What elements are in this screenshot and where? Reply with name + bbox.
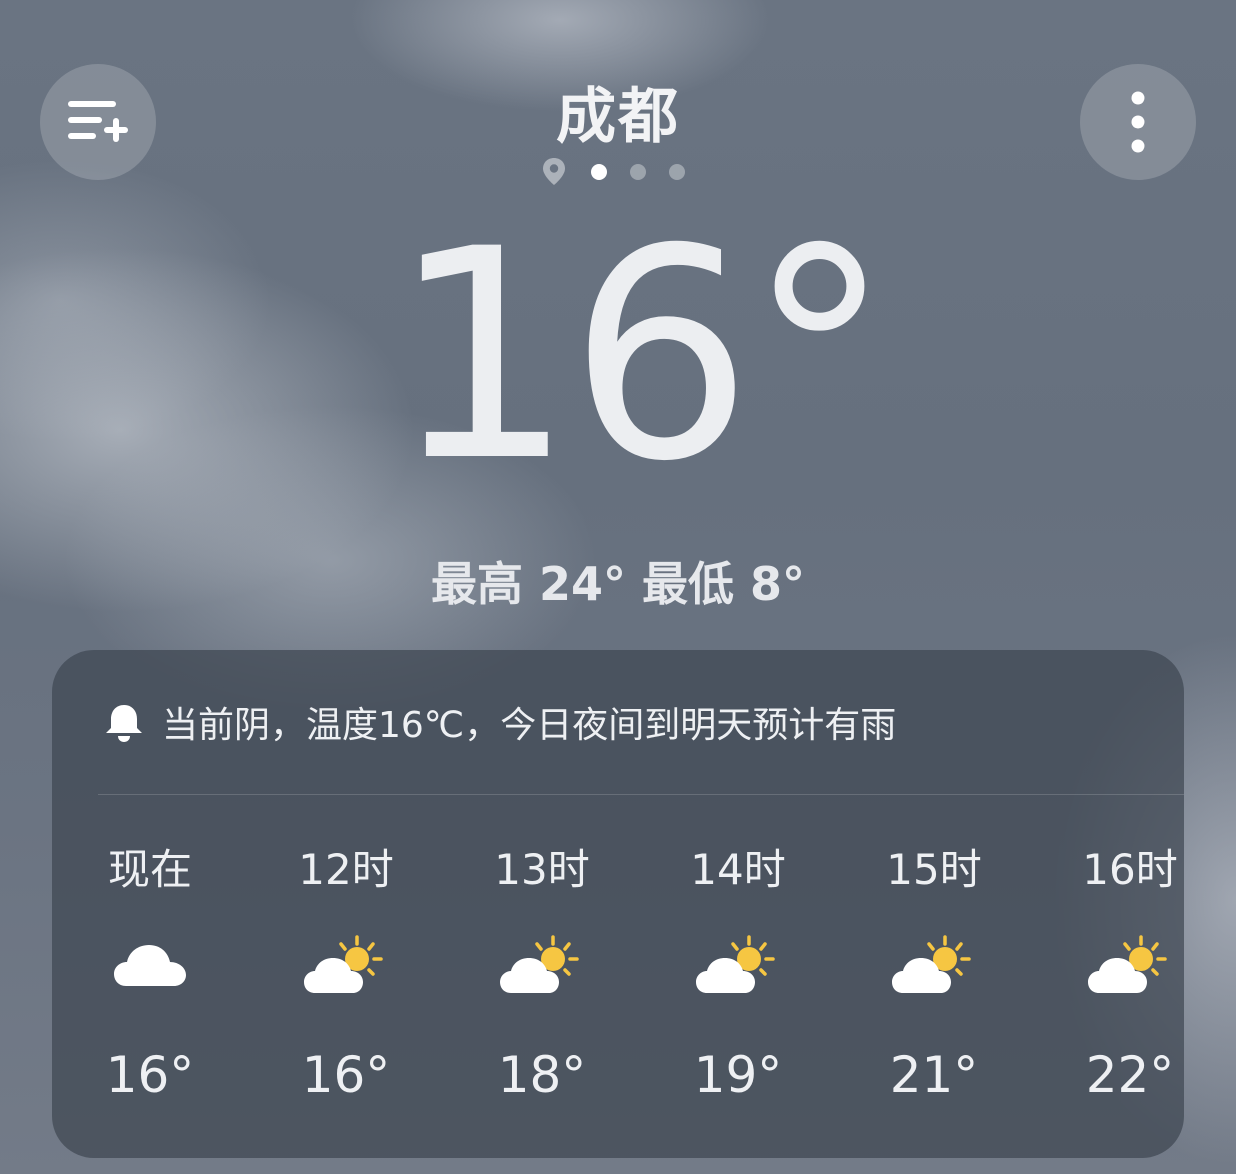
- hour-temperature: 21°: [889, 1046, 979, 1104]
- hour-label: 14时: [690, 845, 786, 894]
- page-dot-3[interactable]: [669, 164, 685, 180]
- hourly-forecast-card[interactable]: 当前阴，温度16℃，今日夜间到明天预计有雨 现在 16° 12时 16° 13时…: [52, 650, 1184, 1158]
- alert-text: 当前阴，温度16℃，今日夜间到明天预计有雨: [162, 705, 897, 746]
- partly-sunny-icon: [696, 935, 775, 993]
- hour-temperature: 18°: [497, 1046, 587, 1104]
- hour-label: 15时: [886, 845, 982, 894]
- hour-item: 15时 21°: [864, 830, 1004, 1120]
- hour-item: 14时 19°: [668, 830, 808, 1120]
- hour-temperature: 22°: [1085, 1046, 1175, 1104]
- page-dot-1-active[interactable]: [591, 164, 607, 180]
- more-vertical-icon: [1131, 91, 1145, 153]
- hour-label: 16时: [1082, 845, 1178, 894]
- hour-label: 现在: [107, 845, 192, 894]
- cloudy-icon: [114, 945, 186, 986]
- partly-sunny-icon: [500, 935, 579, 993]
- bell-icon: [106, 705, 142, 742]
- page-indicator[interactable]: [540, 156, 700, 186]
- city-title: 成都: [556, 82, 680, 152]
- hour-temperature: 19°: [693, 1046, 783, 1104]
- hour-item: 13时 18°: [472, 830, 612, 1120]
- page-dot-2[interactable]: [630, 164, 646, 180]
- hour-item: 16时 22°: [1060, 830, 1200, 1120]
- weather-alert[interactable]: 当前阴，温度16℃，今日夜间到明天预计有雨: [102, 690, 896, 754]
- partly-sunny-icon: [1088, 935, 1167, 993]
- divider: [98, 794, 1184, 795]
- location-pin-icon: [543, 158, 565, 185]
- hour-label: 12时: [298, 845, 394, 894]
- partly-sunny-icon: [304, 935, 383, 993]
- current-temperature: 16°: [389, 188, 892, 525]
- hour-temperature: 16°: [301, 1046, 391, 1104]
- high-low-temperature: 最高 24° 最低 8°: [430, 557, 806, 611]
- hour-label: 13时: [494, 845, 590, 894]
- hour-item: 12时 16°: [276, 830, 416, 1120]
- hour-temperature: 16°: [105, 1046, 195, 1104]
- more-options-button[interactable]: [1080, 64, 1196, 180]
- hour-item: 现在 16°: [80, 830, 220, 1120]
- partly-sunny-icon: [892, 935, 971, 993]
